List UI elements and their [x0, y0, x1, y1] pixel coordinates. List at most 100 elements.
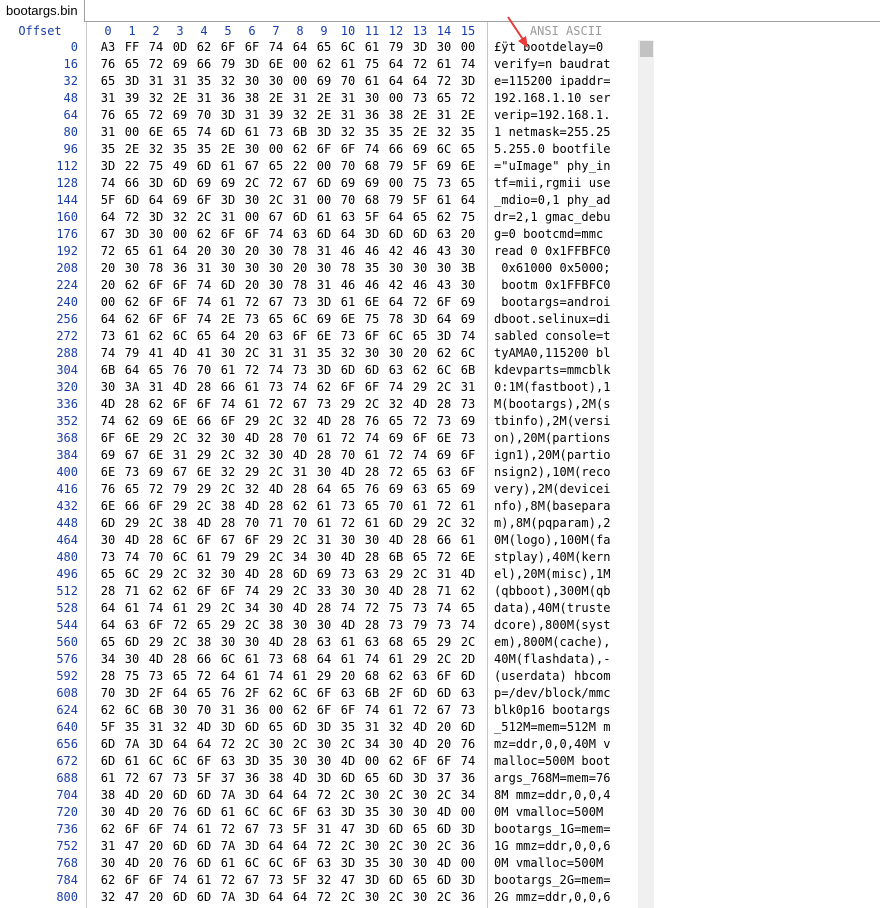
hex-byte[interactable]: 28 [432, 396, 456, 413]
hex-byte[interactable]: 64 [288, 889, 312, 906]
hex-byte[interactable]: 20 [408, 345, 432, 362]
hex-byte[interactable]: 61 [360, 515, 384, 532]
hex-byte[interactable]: 6E [96, 498, 120, 515]
hex-byte[interactable]: 28 [312, 447, 336, 464]
hex-byte[interactable]: 6F [432, 294, 456, 311]
hex-byte[interactable]: 6D [384, 872, 408, 889]
hex-byte[interactable]: 28 [288, 481, 312, 498]
hex-byte[interactable]: 3D [360, 226, 384, 243]
hex-byte[interactable]: 36 [216, 90, 240, 107]
hex-byte[interactable]: 33 [312, 583, 336, 600]
hex-byte[interactable]: 4D [408, 396, 432, 413]
hex-byte[interactable]: 30 [216, 634, 240, 651]
hex-byte[interactable]: 65 [120, 243, 144, 260]
hex-byte[interactable]: 6B [384, 549, 408, 566]
hex-byte[interactable]: 30 [264, 277, 288, 294]
hex-byte[interactable]: 30 [144, 226, 168, 243]
hex-byte[interactable]: 74 [168, 821, 192, 838]
hex-byte[interactable]: 4D [264, 481, 288, 498]
ascii-text[interactable]: 0M vmalloc=500M [494, 804, 611, 821]
hex-byte[interactable]: 6D [408, 226, 432, 243]
hex-byte[interactable]: 6E [360, 294, 384, 311]
ascii-text[interactable]: kdevparts=mmcblk [494, 362, 611, 379]
hex-byte[interactable]: 6D [192, 787, 216, 804]
hex-byte[interactable]: 5F [96, 192, 120, 209]
hex-byte[interactable]: 73 [240, 311, 264, 328]
hex-byte[interactable]: 62 [264, 685, 288, 702]
hex-byte[interactable]: 6C [168, 549, 192, 566]
hex-byte[interactable]: 29 [192, 447, 216, 464]
hex-byte[interactable]: 00 [456, 855, 480, 872]
ascii-text[interactable]: 1 netmask=255.25 [494, 124, 611, 141]
hex-byte[interactable]: 30 [360, 90, 384, 107]
ascii-text[interactable]: tbinfo),2M(versi [494, 413, 611, 430]
hex-byte[interactable]: 6F [216, 226, 240, 243]
hex-byte[interactable]: 74 [288, 379, 312, 396]
hex-byte[interactable]: 00 [240, 209, 264, 226]
hex-byte[interactable]: 6F [312, 685, 336, 702]
hex-byte[interactable]: 79 [384, 192, 408, 209]
hex-byte[interactable]: 4D [288, 770, 312, 787]
hex-byte[interactable]: 69 [456, 481, 480, 498]
hex-byte[interactable]: 72 [384, 447, 408, 464]
ascii-text[interactable]: nsign2),10M(reco [494, 464, 611, 481]
hex-byte[interactable]: 70 [288, 515, 312, 532]
hex-byte[interactable]: 30 [312, 549, 336, 566]
hex-byte[interactable]: 2C [144, 515, 168, 532]
hex-byte[interactable]: 3D [240, 787, 264, 804]
hex-byte[interactable]: 61 [192, 821, 216, 838]
hex-byte[interactable]: 30 [384, 736, 408, 753]
hex-byte[interactable]: 72 [336, 515, 360, 532]
hex-byte[interactable]: 30 [432, 260, 456, 277]
hex-byte[interactable]: 69 [360, 175, 384, 192]
hex-byte[interactable]: 30 [96, 804, 120, 821]
hex-byte[interactable]: 61 [336, 56, 360, 73]
ascii-text[interactable]: ign1),20M(partio [494, 447, 611, 464]
hex-byte[interactable]: 64 [432, 311, 456, 328]
hex-byte[interactable]: 62 [408, 362, 432, 379]
hex-byte[interactable]: 64 [264, 889, 288, 906]
hex-byte[interactable]: 29 [312, 668, 336, 685]
hex-byte[interactable]: 76 [96, 481, 120, 498]
ascii-text[interactable]: 0M(logo),100M(fa [494, 532, 611, 549]
hex-byte[interactable]: 4D [264, 634, 288, 651]
hex-byte[interactable]: 6D [96, 753, 120, 770]
hex-byte[interactable]: 67 [264, 209, 288, 226]
hex-byte[interactable]: 6D [432, 685, 456, 702]
hex-byte[interactable]: 64 [192, 736, 216, 753]
ascii-text[interactable]: p=/dev/block/mmc [494, 685, 611, 702]
hex-byte[interactable]: 6F [144, 294, 168, 311]
hex-byte[interactable]: 28 [96, 583, 120, 600]
hex-byte[interactable]: 74 [456, 617, 480, 634]
hex-byte[interactable]: 5F [96, 719, 120, 736]
hex-byte[interactable]: 69 [312, 566, 336, 583]
hex-byte[interactable]: 31 [96, 124, 120, 141]
hex-byte[interactable]: 31 [288, 464, 312, 481]
hex-byte[interactable]: 6C [288, 685, 312, 702]
hex-byte[interactable]: 61 [456, 532, 480, 549]
hex-byte[interactable]: 62 [144, 583, 168, 600]
hex-byte[interactable]: 65 [120, 107, 144, 124]
hex-byte[interactable]: 74 [264, 226, 288, 243]
hex-byte[interactable]: 72 [264, 396, 288, 413]
hex-byte[interactable]: 69 [456, 413, 480, 430]
hex-byte[interactable]: 6D [456, 668, 480, 685]
hex-byte[interactable]: 38 [264, 617, 288, 634]
hex-byte[interactable]: 32 [168, 209, 192, 226]
hex-byte[interactable]: 29 [144, 634, 168, 651]
hex-byte[interactable]: 30 [240, 73, 264, 90]
hex-byte[interactable]: 30 [432, 39, 456, 56]
hex-byte[interactable]: 64 [288, 39, 312, 56]
hex-byte[interactable]: 69 [384, 481, 408, 498]
hex-byte[interactable]: 2C [384, 787, 408, 804]
hex-byte[interactable]: 32 [384, 719, 408, 736]
hex-byte[interactable]: 6C [144, 753, 168, 770]
hex-byte[interactable]: 6F [216, 39, 240, 56]
hex-byte[interactable]: 7A [216, 787, 240, 804]
ascii-text[interactable]: 0:1M(fastboot),1 [494, 379, 611, 396]
hex-byte[interactable]: 2E [216, 311, 240, 328]
hex-byte[interactable]: 2E [456, 107, 480, 124]
hex-byte[interactable]: 72 [144, 481, 168, 498]
hex-byte[interactable]: 4D [312, 413, 336, 430]
hex-byte[interactable]: 35 [360, 124, 384, 141]
